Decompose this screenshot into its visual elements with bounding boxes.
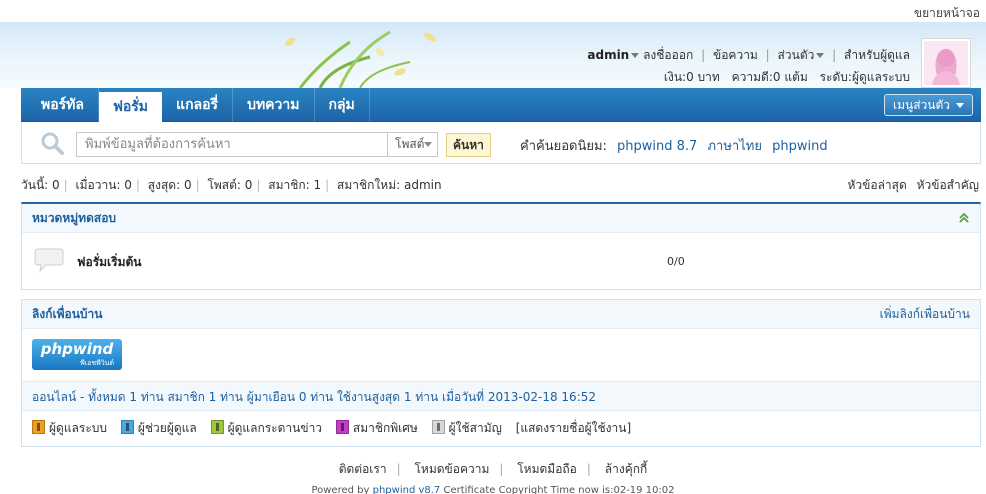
friend-links-title: ลิงก์เพื่อนบ้าน	[32, 307, 103, 321]
chevron-down-icon[interactable]	[816, 53, 825, 58]
chevron-down-icon	[424, 142, 433, 147]
forum-stats: วันนี้: 0 | เมื่อวาน: 0 | สูงสุด: 0 | โพสต์…	[21, 178, 979, 192]
copyright-text: Certificate Copyright Time now is:02-19 …	[443, 485, 675, 494]
avatar[interactable]	[921, 38, 971, 88]
phpwind-logo-link[interactable]: phpwind พีเอชพีวินด์	[32, 339, 122, 370]
admin-panel-link[interactable]: สำหรับผู้ดูแล	[844, 48, 910, 62]
hot-searches-label: คำค้นยอดนิยม:	[520, 139, 607, 154]
assistant-badge-icon	[120, 420, 134, 434]
money-stat: เงิน:0 บาท	[663, 70, 720, 84]
nav-item-groups[interactable]: กลุ่ม	[315, 88, 370, 122]
search-type-label: โพสต์	[395, 137, 425, 151]
friend-links-header: ลิงก์เพื่อนบ้าน เพิ่มลิงก์เพื่อนบ้าน	[22, 300, 980, 329]
my-menu-label: เมนูส่วนตัว	[892, 98, 950, 112]
forum-status-icon	[34, 248, 64, 273]
admin-badge-icon	[32, 420, 45, 434]
powered-by: Powered by phpwind v8.7 Certificate Copy…	[0, 485, 986, 494]
collapse-icon[interactable]	[958, 212, 970, 224]
stat-today: วันนี้: 0	[21, 178, 60, 192]
avatar-silhouette-icon	[932, 49, 960, 85]
search-button[interactable]: ค้นหา	[446, 133, 491, 157]
legend-item: ผู้ใช้สามัญ	[431, 411, 502, 445]
friend-links-logos: phpwind พีเอชพีวินด์	[22, 329, 980, 381]
legend-label: ผู้ดูแลระบบ	[49, 421, 108, 435]
chevron-down-icon	[956, 103, 964, 108]
powered-prefix: Powered by	[311, 485, 370, 494]
member-badge-icon	[431, 420, 445, 434]
show-users-link[interactable]: [แสดงรายชื่อผู้ใช้งาน]	[516, 421, 631, 435]
nav-item-portal[interactable]: พอร์ทัล	[21, 88, 99, 122]
footer: ติดต่อเรา | โหมดข้อความ | โหมดมือถือ | ล้าง…	[0, 460, 986, 494]
phpwind-logo-subtext: พีเอชพีวินด์	[80, 359, 114, 367]
expand-screen-link[interactable]: ขยายหน้าจอ	[914, 4, 980, 23]
legend-item: ผู้ดูแลกระดานข่าว	[210, 411, 323, 445]
important-topics-link[interactable]: หัวข้อสำคัญ	[917, 178, 979, 192]
forum-post-count: 0/0	[667, 255, 685, 268]
legend-item: สมาชิกพิเศษ	[335, 411, 418, 445]
chevron-down-icon[interactable]	[631, 53, 640, 58]
legend-item: ผู้ดูแลระบบ	[32, 411, 107, 445]
contact-link[interactable]: ติดต่อเรา	[339, 462, 387, 476]
category-box: หมวดหมู่ทดสอบ ฟอรั่มเริ่มต้น 0/0	[21, 202, 981, 290]
my-menu-button[interactable]: เมนูส่วนตัว	[883, 94, 973, 116]
phpwind-version-link[interactable]: phpwind v8.7	[373, 485, 441, 494]
level-stat: ระดับ:ผู้ดูแลระบบ	[819, 70, 910, 84]
stat-newest-member: สมาชิกใหม่: admin	[337, 178, 442, 192]
user-group-legend: ผู้ดูแลระบบ ผู้ช่วยผู้ดูแล ผู้ดูแลกระดาน…	[22, 411, 980, 445]
logout-link[interactable]: ลงชื่อออก	[643, 48, 693, 62]
text-mode-link[interactable]: โหมดข้อความ	[414, 462, 489, 476]
friend-links-box: ลิงก์เพื่อนบ้าน เพิ่มลิงก์เพื่อนบ้าน php…	[21, 299, 981, 447]
user-info-box: admin ลงชื่อออก | ข้อความ | ส่วนตัว | สำ…	[587, 48, 910, 84]
stat-yesterday: เมื่อวาน: 0	[75, 178, 132, 192]
nav-item-forum[interactable]: ฟอรั่ม	[98, 92, 163, 122]
legend-item: ผู้ช่วยผู้ดูแล	[120, 411, 197, 445]
forum-name-link[interactable]: ฟอรั่มเริ่มต้น	[77, 253, 142, 272]
reputation-stat: ความดี:0 แต้ม	[731, 70, 808, 84]
username-link[interactable]: admin	[587, 48, 629, 62]
mobile-mode-link[interactable]: โหมดมือถือ	[517, 462, 577, 476]
latest-topics-link[interactable]: หัวข้อล่าสุด	[848, 178, 907, 192]
stat-posts: โพสต์: 0	[207, 178, 253, 192]
clear-cookies-link[interactable]: ล้างคุ้กกี้	[605, 462, 648, 476]
hot-term-link[interactable]: phpwind	[772, 139, 827, 154]
category-title[interactable]: หมวดหมู่ทดสอบ	[32, 211, 116, 225]
moderator-badge-icon	[210, 420, 224, 434]
search-icon	[41, 132, 64, 155]
forum-row: ฟอรั่มเริ่มต้น 0/0	[22, 233, 980, 289]
search-bar: พิมพ์ข้อมูลที่ต้องการค้นหา โพสต์ ค้นหา ค…	[21, 123, 981, 164]
nav-item-gallery[interactable]: แกลอรี่	[162, 88, 234, 122]
personal-link[interactable]: ส่วนตัว	[778, 48, 815, 62]
online-status: ออนไลน์ - ทั้งหมด 1 ท่าน สมาชิก 1 ท่าน ผ…	[22, 381, 980, 411]
legend-label: สมาชิกพิเศษ	[352, 421, 418, 435]
grass-leaves-decoration	[284, 30, 437, 88]
legend-label: ผู้ดูแลกระดานข่าว	[227, 421, 323, 435]
legend-label: ผู้ใช้สามัญ	[448, 421, 502, 435]
stat-members: สมาชิก: 1	[268, 178, 322, 192]
add-friend-link[interactable]: เพิ่มลิงก์เพื่อนบ้าน	[880, 300, 970, 329]
hot-term-link[interactable]: ภาษาไทย	[707, 139, 761, 154]
search-input[interactable]: พิมพ์ข้อมูลที่ต้องการค้นหา	[76, 132, 388, 157]
search-type-select[interactable]: โพสต์	[388, 132, 438, 157]
category-header: หมวดหมู่ทดสอบ	[22, 204, 980, 233]
main-nav: พอร์ทัล ฟอรั่ม แกลอรี่ บทความ กลุ่ม เมนู…	[21, 88, 981, 122]
hot-searches: คำค้นยอดนิยม: phpwind 8.7 ภาษาไทย phpwin…	[520, 135, 828, 156]
messages-link[interactable]: ข้อความ	[713, 48, 758, 62]
nav-item-articles[interactable]: บทความ	[233, 88, 315, 122]
vip-badge-icon	[335, 420, 349, 434]
stat-highest: สูงสุด: 0	[147, 178, 192, 192]
phpwind-logo-text: phpwind	[40, 340, 114, 358]
header-banner: admin ลงชื่อออก | ข้อความ | ส่วนตัว | สำ…	[0, 22, 986, 88]
legend-label: ผู้ช่วยผู้ดูแล	[137, 421, 197, 435]
hot-term-link[interactable]: phpwind 8.7	[617, 139, 697, 154]
top-bar: ขยายหน้าจอ	[0, 0, 986, 22]
